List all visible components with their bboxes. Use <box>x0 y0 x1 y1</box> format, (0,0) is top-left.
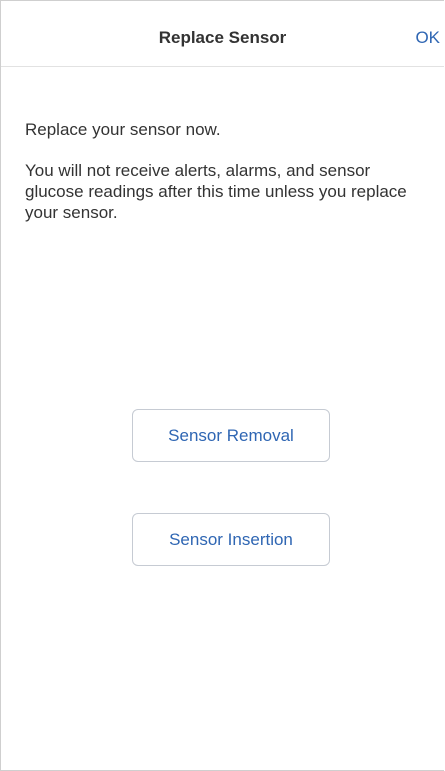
message-content: Replace your sensor now. You will not re… <box>1 119 444 223</box>
ok-button[interactable]: OK <box>415 28 440 48</box>
replace-now-message: Replace your sensor now. <box>25 120 221 139</box>
page-title: Replace Sensor <box>158 28 287 47</box>
sensor-insertion-button[interactable]: Sensor Insertion <box>132 513 330 566</box>
replace-sensor-screen: Replace Sensor OK Replace your sensor no… <box>0 0 444 771</box>
alert-warning-message: You will not receive alerts, alarms, and… <box>25 161 407 222</box>
sensor-removal-button[interactable]: Sensor Removal <box>132 409 330 462</box>
navigation-bar: Replace Sensor OK <box>1 1 444 67</box>
